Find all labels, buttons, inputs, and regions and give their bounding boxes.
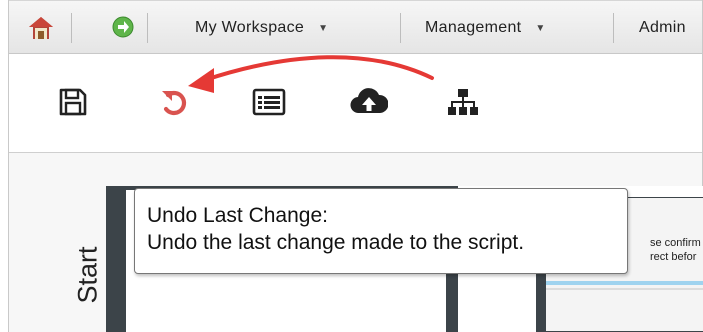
nav-my-workspace[interactable]: My Workspace ▼ [195,15,328,41]
top-nav-bar: My Workspace ▼ Management ▼ Admin [9,0,702,54]
chevron-down-icon: ▼ [318,22,329,34]
divider-line [546,288,703,290]
next-step-text: se confirm rect befor [650,237,701,263]
accent-line [546,281,703,285]
save-button[interactable] [53,82,93,122]
cloud-upload-button[interactable] [349,82,389,122]
tooltip-title: Undo Last Change: [147,204,328,227]
list-button[interactable] [249,82,289,122]
chevron-down-icon: ▼ [535,22,546,34]
script-toolbar [9,54,702,153]
sitemap-button[interactable] [443,82,483,122]
start-label: Start [72,246,103,304]
nav-management[interactable]: Management ▼ [425,15,546,41]
undo-icon [162,90,187,116]
cloud-upload-icon [350,88,388,114]
green-arrow-icon[interactable] [112,16,134,38]
house-icon[interactable] [27,15,55,41]
save-icon [59,88,87,116]
undo-button[interactable] [154,82,194,122]
undo-tooltip: Undo Last Change: Undo the last change m… [134,188,628,274]
tooltip-body: Undo the last change made to the script. [147,231,525,254]
nav-admin[interactable]: Admin [639,15,702,41]
list-icon [252,88,286,116]
sitemap-icon [448,89,478,115]
